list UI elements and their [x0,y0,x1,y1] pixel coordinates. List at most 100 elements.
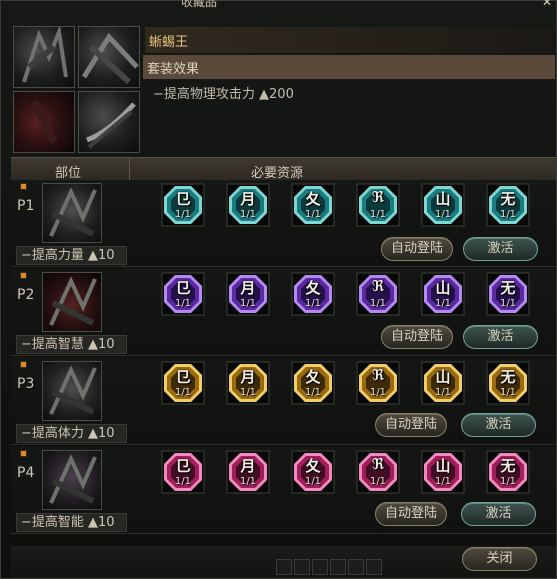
rune-glyph: ⺋ [175,368,191,386]
resource-count: 1/1 [434,476,452,487]
piece-label: P3 [17,376,35,392]
slot-icon [366,559,382,575]
column-resources-label: 必要资源 [251,166,304,181]
piece-thumbnail[interactable] [42,361,102,421]
resource-count: 1/1 [304,387,322,398]
row-marker-icon [20,272,27,279]
rune-glyph: 无 [500,457,516,475]
slot-icon [276,559,292,575]
piece-row: P2 −提高智慧 ▲10 ⺋ 1/1 月 1/1 夂 1/1 ℜ 1/1 山 1/1 无 1/1 自动登陆激… [11,269,556,356]
resource-gem-gold[interactable]: 夂 1/1 [291,361,335,405]
piece-row: P3 −提高体力 ▲10 ⺋ 1/1 月 1/1 夂 1/1 ℜ 1/1 山 1/1 无 1/1 自动登陆激… [11,358,556,445]
activate-button[interactable]: 激活 [461,502,536,526]
activate-button[interactable]: 激活 [463,325,538,349]
row-marker-icon [20,450,27,457]
resource-count: 1/1 [304,476,322,487]
resource-count: 1/1 [239,209,257,220]
resource-gem-teal[interactable]: 夂 1/1 [291,183,335,227]
set-name: 蜥蜴王 [145,27,555,53]
resource-count: 1/1 [434,298,452,309]
resource-gem-purple[interactable]: 山 1/1 [421,272,465,316]
resource-count: 1/1 [369,209,387,220]
rune-glyph: 月 [240,457,256,475]
set-effect-text: −提高物理攻击力 ▲200 [153,87,294,102]
resource-gem-pink[interactable]: 月 1/1 [226,450,270,494]
resource-gem-gold[interactable]: ℜ 1/1 [356,361,400,405]
resource-gem-pink[interactable]: 夂 1/1 [291,450,335,494]
rune-glyph: ⺋ [175,279,191,297]
resource-count: 1/1 [174,209,192,220]
piece-thumbnail[interactable] [42,450,102,510]
resource-count: 1/1 [239,298,257,309]
resource-count: 1/1 [499,387,517,398]
piece-thumbnail[interactable] [42,183,102,243]
resource-count: 1/1 [174,298,192,309]
piece-thumbnail[interactable] [42,272,102,332]
activate-button[interactable]: 激活 [461,413,536,437]
resource-count: 1/1 [369,298,387,309]
resource-gem-pink[interactable]: ℜ 1/1 [356,450,400,494]
auto-register-button[interactable]: 自动登陆 [381,237,453,261]
resource-gem-pink[interactable]: ⺋ 1/1 [161,450,205,494]
resource-gem-gold[interactable]: 月 1/1 [226,361,270,405]
rune-glyph: 山 [435,190,451,208]
resource-count: 1/1 [434,209,452,220]
rune-glyph: ⺋ [175,190,191,208]
resource-gem-purple[interactable]: 夂 1/1 [291,272,335,316]
rune-glyph: ⺋ [175,457,191,475]
resource-count: 1/1 [239,476,257,487]
resource-gem-purple[interactable]: ℜ 1/1 [356,272,400,316]
rune-glyph: 山 [435,368,451,386]
slot-icon [348,559,364,575]
set-effect-header: 套装效果 [143,55,555,79]
rune-glyph: 夂 [305,279,321,297]
auto-register-button[interactable]: 自动登陆 [381,325,453,349]
resource-gem-teal[interactable]: 山 1/1 [421,183,465,227]
slot-icon [294,559,310,575]
close-button[interactable]: 关闭 [462,547,537,571]
resource-count: 1/1 [304,209,322,220]
slot-icon [312,559,328,575]
resource-count: 1/1 [499,298,517,309]
resource-gem-pink[interactable]: 山 1/1 [421,450,465,494]
auto-register-button[interactable]: 自动登陆 [375,413,447,437]
resource-count: 1/1 [304,298,322,309]
window-title: 收藏品 [181,0,218,9]
piece-label: P4 [17,465,35,481]
rune-glyph: 月 [240,279,256,297]
resource-gem-gold[interactable]: 无 1/1 [486,361,530,405]
rune-glyph: 无 [500,279,516,297]
set-image-armor [78,26,140,88]
resource-gem-purple[interactable]: 无 1/1 [486,272,530,316]
set-preview-images [13,26,141,154]
rune-glyph: ℜ [371,277,385,295]
piece-stat-bonus: −提高体力 ▲10 [16,424,127,443]
set-image-gloves [13,91,75,153]
resource-gem-gold[interactable]: 山 1/1 [421,361,465,405]
resource-count: 1/1 [174,387,192,398]
close-x-icon[interactable]: ✕ [540,0,554,9]
resource-gem-teal[interactable]: ℜ 1/1 [356,183,400,227]
resource-gem-purple[interactable]: 月 1/1 [226,272,270,316]
resource-gem-gold[interactable]: ⺋ 1/1 [161,361,205,405]
set-image-helmet [13,26,75,88]
resource-gem-purple[interactable]: ⺋ 1/1 [161,272,205,316]
auto-register-button[interactable]: 自动登陆 [375,502,447,526]
resource-gem-teal[interactable]: ⺋ 1/1 [161,183,205,227]
activate-button[interactable]: 激活 [463,237,538,261]
piece-label: P1 [17,198,35,214]
rune-glyph: 无 [500,190,516,208]
rune-glyph: 无 [500,368,516,386]
resource-gem-teal[interactable]: 月 1/1 [226,183,270,227]
rune-glyph: 夂 [305,368,321,386]
resource-gem-teal[interactable]: 无 1/1 [486,183,530,227]
rune-glyph: 月 [240,368,256,386]
piece-row: P4 −提高智能 ▲10 ⺋ 1/1 月 1/1 夂 1/1 ℜ 1/1 山 1/1 无 1/1 自动登陆激… [11,447,556,534]
resource-gem-pink[interactable]: 无 1/1 [486,450,530,494]
rune-glyph: 月 [240,190,256,208]
resource-count: 1/1 [174,476,192,487]
rune-glyph: ℜ [371,455,385,473]
collection-window: 收藏品 ✕ 蜥蜴王 套装效果 −提高物理攻击力 ▲200 部位 必要资源 P1 −… [0,0,557,579]
resource-count: 1/1 [434,387,452,398]
piece-stat-bonus: −提高智能 ▲10 [16,513,127,532]
